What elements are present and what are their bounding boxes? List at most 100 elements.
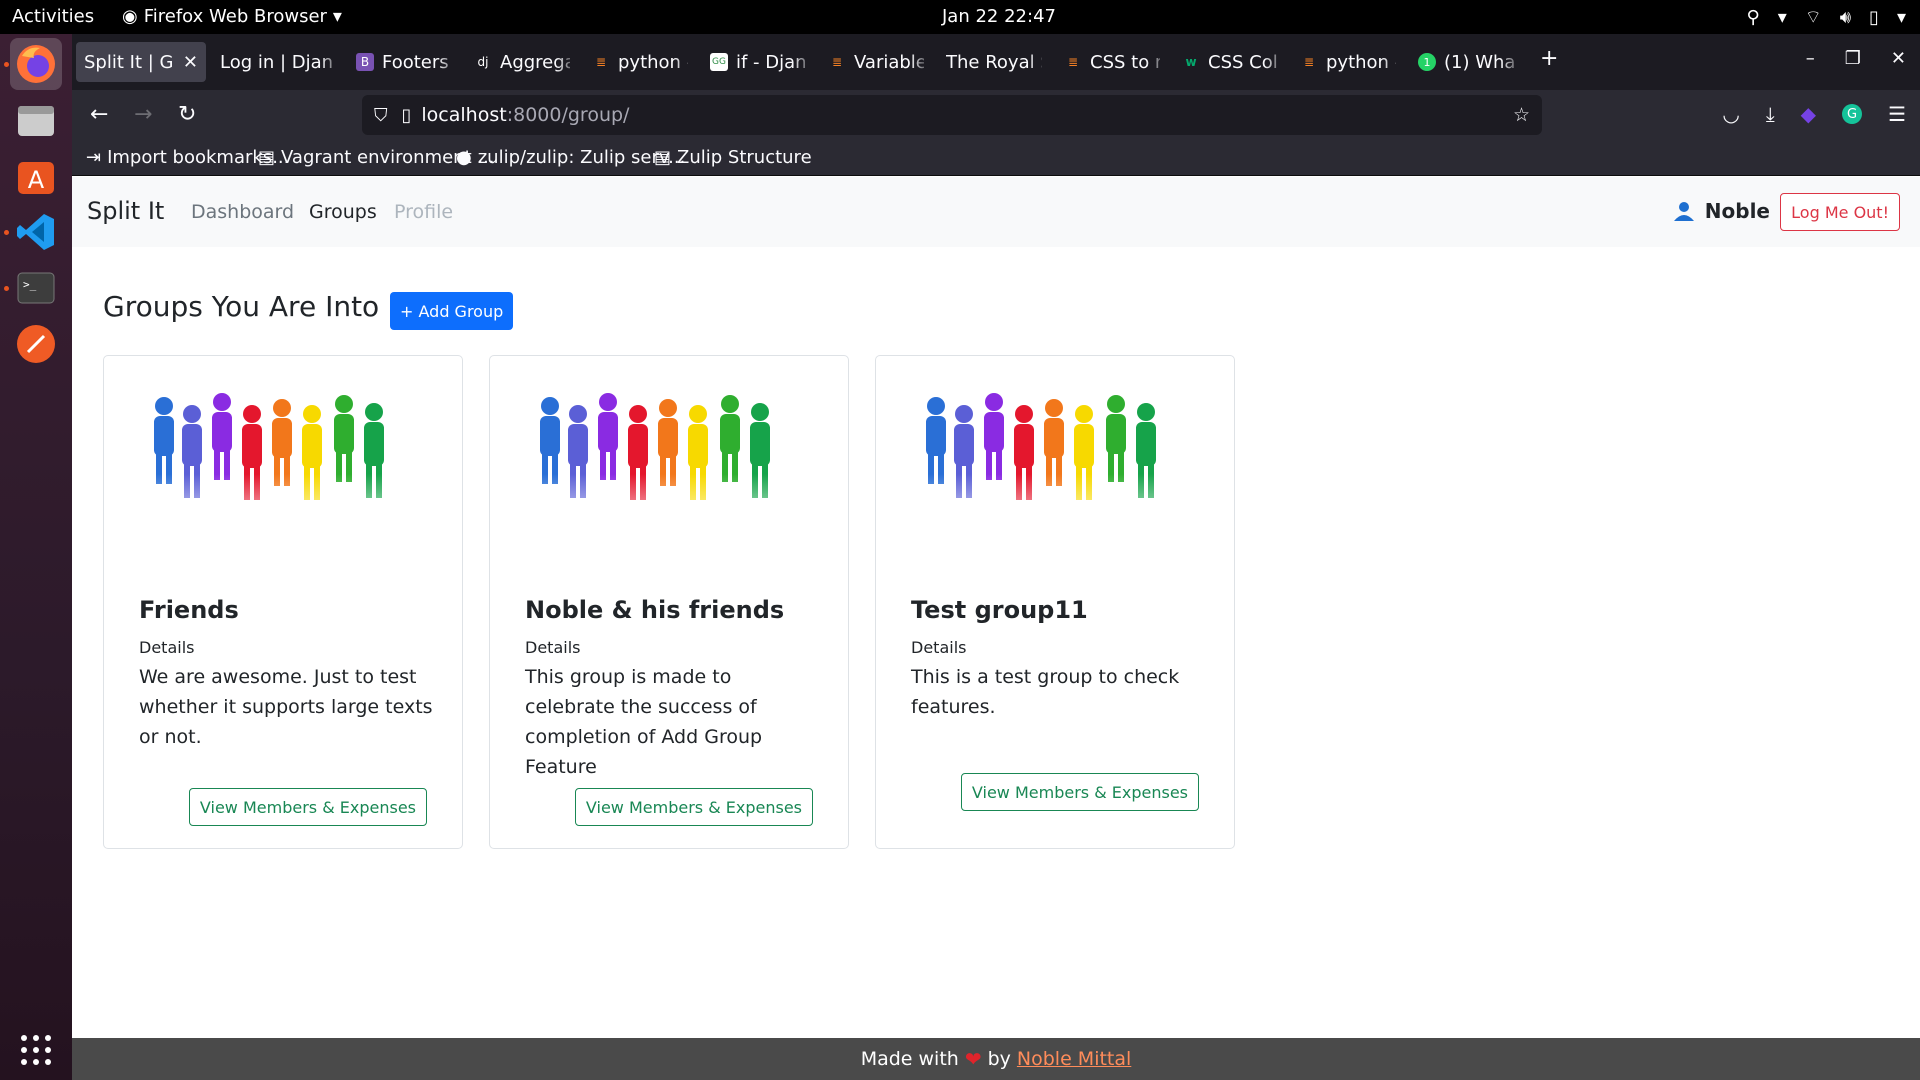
stackoverflow-icon: ≣ [831, 55, 843, 69]
dock-firefox[interactable] [10, 38, 62, 90]
dock-terminal[interactable]: >_ [10, 262, 62, 314]
group-title: Test group11 [911, 596, 1088, 624]
page-title: Groups You Are Into [103, 290, 380, 323]
svg-text:>_: >_ [23, 278, 37, 291]
stackoverflow-icon: ≣ [1303, 55, 1315, 69]
nav-dashboard[interactable]: Dashboard [191, 201, 294, 223]
close-tab-icon[interactable]: ✕ [183, 52, 198, 73]
tab-css-color[interactable]: w CSS Color [1174, 42, 1286, 82]
add-group-button[interactable]: + Add Group [390, 292, 514, 330]
wifi-icon[interactable]: ⌔ [1805, 6, 1822, 29]
bookmark-star-icon[interactable]: ☆ [1513, 104, 1530, 126]
back-icon[interactable]: ← [90, 102, 108, 127]
group-people-icon [520, 393, 820, 534]
extension-icon[interactable]: ◆ [1801, 102, 1816, 126]
logout-button[interactable]: Log Me Out! [1780, 193, 1900, 231]
tab-python-2[interactable]: ≣ python - D [1292, 42, 1404, 82]
pocket-icon[interactable]: ◡ [1722, 102, 1739, 126]
minimize-icon[interactable]: – [1806, 48, 1815, 69]
dock-files[interactable] [10, 94, 62, 146]
download-icon[interactable]: ⤓ [1766, 102, 1775, 126]
clock[interactable]: Jan 22 22:47 [942, 6, 1056, 27]
apps-grid-icon [21, 1035, 51, 1065]
import-icon: ⇥ [86, 147, 102, 168]
bookmark-zulip-structure[interactable]: ▤ Zulip Structure [654, 147, 812, 168]
dock-show-apps[interactable] [10, 1024, 62, 1076]
terminal-icon: >_ [17, 272, 55, 304]
reload-icon[interactable]: ↻ [178, 102, 196, 127]
tab-variable[interactable]: ≣ Variable s [820, 42, 932, 82]
django-icon: dj [477, 55, 489, 69]
volume-icon[interactable]: 🔊︎ [1840, 7, 1851, 28]
tab-split-it[interactable]: Split It | Gr ✕ [76, 42, 206, 82]
group-description: This group is made to celebrate the succ… [525, 666, 763, 778]
accessibility-icon[interactable]: ⚲ [1747, 7, 1760, 28]
view-members-button[interactable]: View Members & Expenses [574, 788, 813, 826]
dock-vscode[interactable] [10, 206, 62, 258]
github-icon: ● [456, 147, 472, 168]
stackoverflow-icon: ≣ [595, 55, 607, 69]
bookmarks-toolbar: ⇥ Import bookmarks... ▤ Vagrant environm… [72, 140, 1920, 176]
tab-whatsapp[interactable]: 1 (1) Whats [1410, 42, 1522, 82]
tab-login[interactable]: Log in | Djang [212, 42, 342, 82]
group-people-icon [906, 393, 1206, 534]
software-center-icon: A [18, 162, 54, 194]
user-icon [1673, 202, 1694, 221]
stackoverflow-icon: ≣ [1067, 55, 1079, 69]
whatsapp-icon: 1 [1418, 53, 1436, 71]
tab-label: Log in | Djang [220, 51, 334, 73]
close-window-icon[interactable]: ✕ [1891, 48, 1906, 69]
url-bar[interactable]: ⛉ ▯ localhost:8000/group/ ☆ [362, 95, 1542, 135]
firefox-small-icon: ◉ [122, 6, 138, 27]
files-icon [18, 106, 54, 136]
chevron-down-icon: ▾ [332, 6, 342, 27]
tab-royal[interactable]: The Royal Sp [938, 42, 1050, 82]
footer: Made with ❤ by Noble Mittal [72, 1038, 1920, 1080]
details-label: Details [139, 638, 195, 657]
dock-software[interactable]: A [10, 150, 62, 202]
app-menu[interactable]: ◉ Firefox Web Browser ▾ [122, 6, 342, 27]
view-members-button[interactable]: View Members & Expenses [960, 773, 1199, 811]
system-tray[interactable]: ⚲ ▾ ⌔ 🔊︎ ▯ ▾ [1747, 6, 1906, 29]
details-label: Details [911, 638, 967, 657]
tab-css-to-ma[interactable]: ≣ CSS to ma [1056, 42, 1168, 82]
details-label: Details [525, 638, 581, 657]
user-display: Noble [1673, 199, 1770, 223]
w3schools-icon: w [1185, 55, 1197, 69]
restore-icon[interactable]: ❐ [1845, 48, 1861, 69]
navigation-toolbar: ← → ↻ ⛉ ▯ localhost:8000/group/ ☆ ◡ ⤓ ◆ … [72, 90, 1920, 140]
page-icon[interactable]: ▯ [402, 105, 412, 126]
nav-profile[interactable]: Profile [394, 201, 453, 223]
tab-bar: Split It | Gr ✕ Log in | Djang B Footers… [72, 34, 1920, 90]
window-controls: – ❐ ✕ [1806, 48, 1906, 69]
view-members-button[interactable]: View Members & Expenses [188, 788, 427, 826]
footer-author-link[interactable]: Noble Mittal [1017, 1048, 1131, 1070]
shield-icon[interactable]: ⛉ [374, 105, 388, 126]
app-name: Firefox Web Browser [143, 6, 327, 27]
tab-footers[interactable]: B Footers · B [348, 42, 460, 82]
grammarly-icon[interactable]: G [1842, 104, 1863, 124]
tab-label: Split It | Gr [84, 51, 175, 73]
activities-button[interactable]: Activities [12, 6, 94, 27]
nav-groups[interactable]: Groups [309, 201, 377, 223]
tab-aggregation[interactable]: dj Aggregati [466, 42, 578, 82]
dock-postman[interactable] [10, 318, 62, 370]
tab-python-1[interactable]: ≣ python - D [584, 42, 696, 82]
geeks-icon: GG [710, 53, 728, 71]
url-host: localhost [421, 104, 507, 126]
new-tab-icon[interactable]: + [1540, 46, 1558, 71]
username: Noble [1704, 199, 1770, 223]
firefox-icon [17, 45, 55, 83]
menu-icon[interactable]: ☰ [1888, 102, 1906, 126]
tab-if-django[interactable]: GG if - Djangc [702, 42, 814, 82]
doc-icon: ▤ [654, 147, 672, 168]
brand[interactable]: Split It [87, 197, 164, 225]
battery-icon[interactable]: ▯ [1869, 7, 1879, 28]
chevron-down-icon: ▾ [1777, 7, 1787, 28]
bookmark-label: Zulip Structure [677, 147, 812, 168]
group-title: Friends [139, 596, 239, 624]
forward-icon[interactable]: → [134, 102, 152, 127]
group-card: Friends Details We are awesome. Just to … [103, 355, 463, 849]
svg-text:A: A [28, 166, 45, 194]
bookmark-zulip-github[interactable]: ● zulip/zulip: Zulip serv... [456, 147, 685, 168]
